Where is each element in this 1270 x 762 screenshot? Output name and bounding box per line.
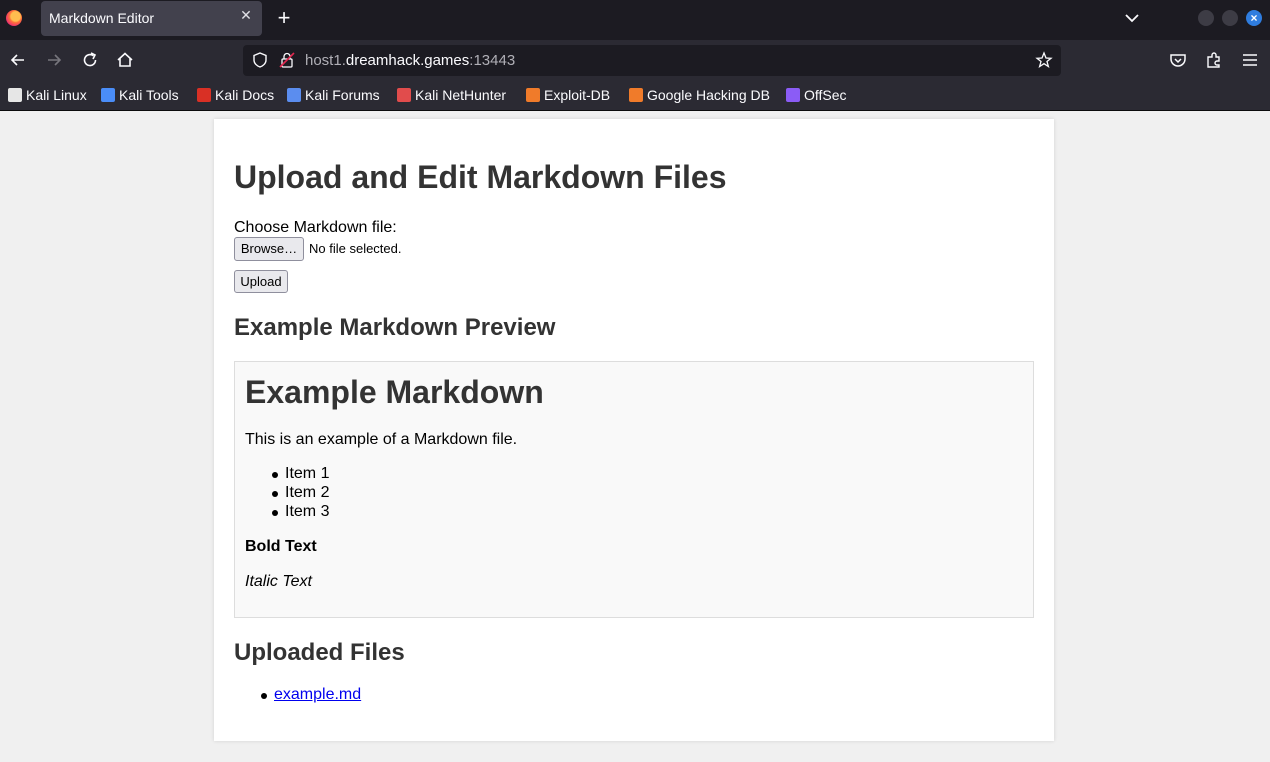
page-container: Upload and Edit Markdown Files Choose Ma…: [214, 119, 1054, 741]
firefox-logo-icon: [6, 10, 22, 26]
menu-icon[interactable]: [1240, 50, 1260, 70]
bookmark-label: Google Hacking DB: [647, 87, 770, 103]
browse-button[interactable]: Browse…: [234, 237, 304, 261]
bookmark-label: Kali Linux: [26, 87, 87, 103]
maximize-window-icon[interactable]: [1222, 10, 1238, 26]
file-status-text: No file selected.: [309, 241, 402, 256]
uploaded-files-list: example.md: [234, 686, 361, 704]
kali-docs-icon: [197, 88, 211, 102]
kali-dragon-icon: [8, 88, 22, 102]
exploit-db-icon: [526, 88, 540, 102]
page-title: Upload and Edit Markdown Files: [234, 159, 727, 195]
list-item: Item 2: [245, 484, 329, 503]
list-item: example.md: [234, 686, 361, 704]
bookmark-kali-docs[interactable]: Kali Docs: [197, 87, 274, 105]
bookmark-label: Kali Docs: [215, 87, 275, 103]
url-text[interactable]: host1.dreamhack.games:13443: [305, 52, 515, 69]
preview-italic-text: Italic Text: [245, 573, 312, 590]
preview-bold-text: Bold Text: [245, 538, 317, 555]
file-link-example-md[interactable]: example.md: [274, 686, 361, 703]
kali-forums-icon: [287, 88, 301, 102]
bookmark-label: Kali NetHunter: [415, 87, 507, 103]
markdown-preview: Example Markdown This is an example of a…: [234, 361, 1034, 618]
tab-markdown-editor[interactable]: Markdown Editor ✕: [41, 1, 262, 36]
bookmark-label: Kali Tools: [119, 87, 179, 103]
kali-tools-icon: [101, 88, 115, 102]
bookmark-kali-tools[interactable]: Kali Tools: [101, 87, 179, 105]
reload-icon[interactable]: [80, 50, 100, 70]
ghdb-icon: [629, 88, 643, 102]
bookmark-label: OffSec: [804, 87, 847, 103]
bookmark-label: Exploit-DB: [544, 87, 611, 103]
forward-icon[interactable]: [44, 50, 64, 70]
browser-titlebar: Markdown Editor ✕ + ×: [0, 0, 1270, 40]
insecure-lock-icon[interactable]: [278, 51, 296, 69]
upload-button[interactable]: Upload: [234, 270, 288, 293]
pocket-icon[interactable]: [1168, 50, 1188, 70]
preview-heading: Example Markdown Preview: [234, 314, 556, 341]
bookmark-star-icon[interactable]: [1035, 51, 1053, 69]
preview-paragraph: This is an example of a Markdown file.: [245, 431, 518, 448]
minimize-window-icon[interactable]: [1198, 10, 1214, 26]
close-window-icon[interactable]: ×: [1246, 10, 1262, 26]
tab-close-icon[interactable]: ✕: [238, 7, 254, 23]
new-tab-icon[interactable]: +: [274, 7, 294, 29]
extensions-icon[interactable]: [1204, 50, 1224, 70]
bookmark-kali-linux[interactable]: Kali Linux: [8, 87, 87, 105]
preview-list: Item 1 Item 2 Item 3: [245, 465, 329, 522]
preview-title: Example Markdown: [245, 374, 544, 410]
list-item: Item 1: [245, 465, 329, 484]
bookmark-exploit-db[interactable]: Exploit-DB: [526, 87, 610, 105]
nethunter-icon: [397, 88, 411, 102]
url-bar[interactable]: host1.dreamhack.games:13443: [243, 45, 1061, 76]
bookmark-kali-nethunter[interactable]: Kali NetHunter: [397, 87, 506, 105]
list-item: Item 3: [245, 503, 329, 522]
list-all-tabs-icon[interactable]: [1122, 8, 1142, 28]
uploaded-files-heading: Uploaded Files: [234, 639, 405, 666]
shield-icon[interactable]: [251, 51, 269, 69]
bookmarks-toolbar: Kali Linux Kali Tools Kali Docs Kali Forums…: [0, 80, 1270, 111]
bookmark-google-hacking-db[interactable]: Google Hacking DB: [629, 87, 770, 105]
file-input-label: Choose Markdown file:: [234, 219, 397, 236]
offsec-icon: [786, 88, 800, 102]
tab-title: Markdown Editor: [49, 10, 155, 26]
back-icon[interactable]: [8, 50, 28, 70]
bookmark-kali-forums[interactable]: Kali Forums: [287, 87, 380, 105]
bookmark-label: Kali Forums: [305, 87, 380, 103]
home-icon[interactable]: [115, 50, 135, 70]
bookmark-offsec[interactable]: OffSec: [786, 87, 847, 105]
